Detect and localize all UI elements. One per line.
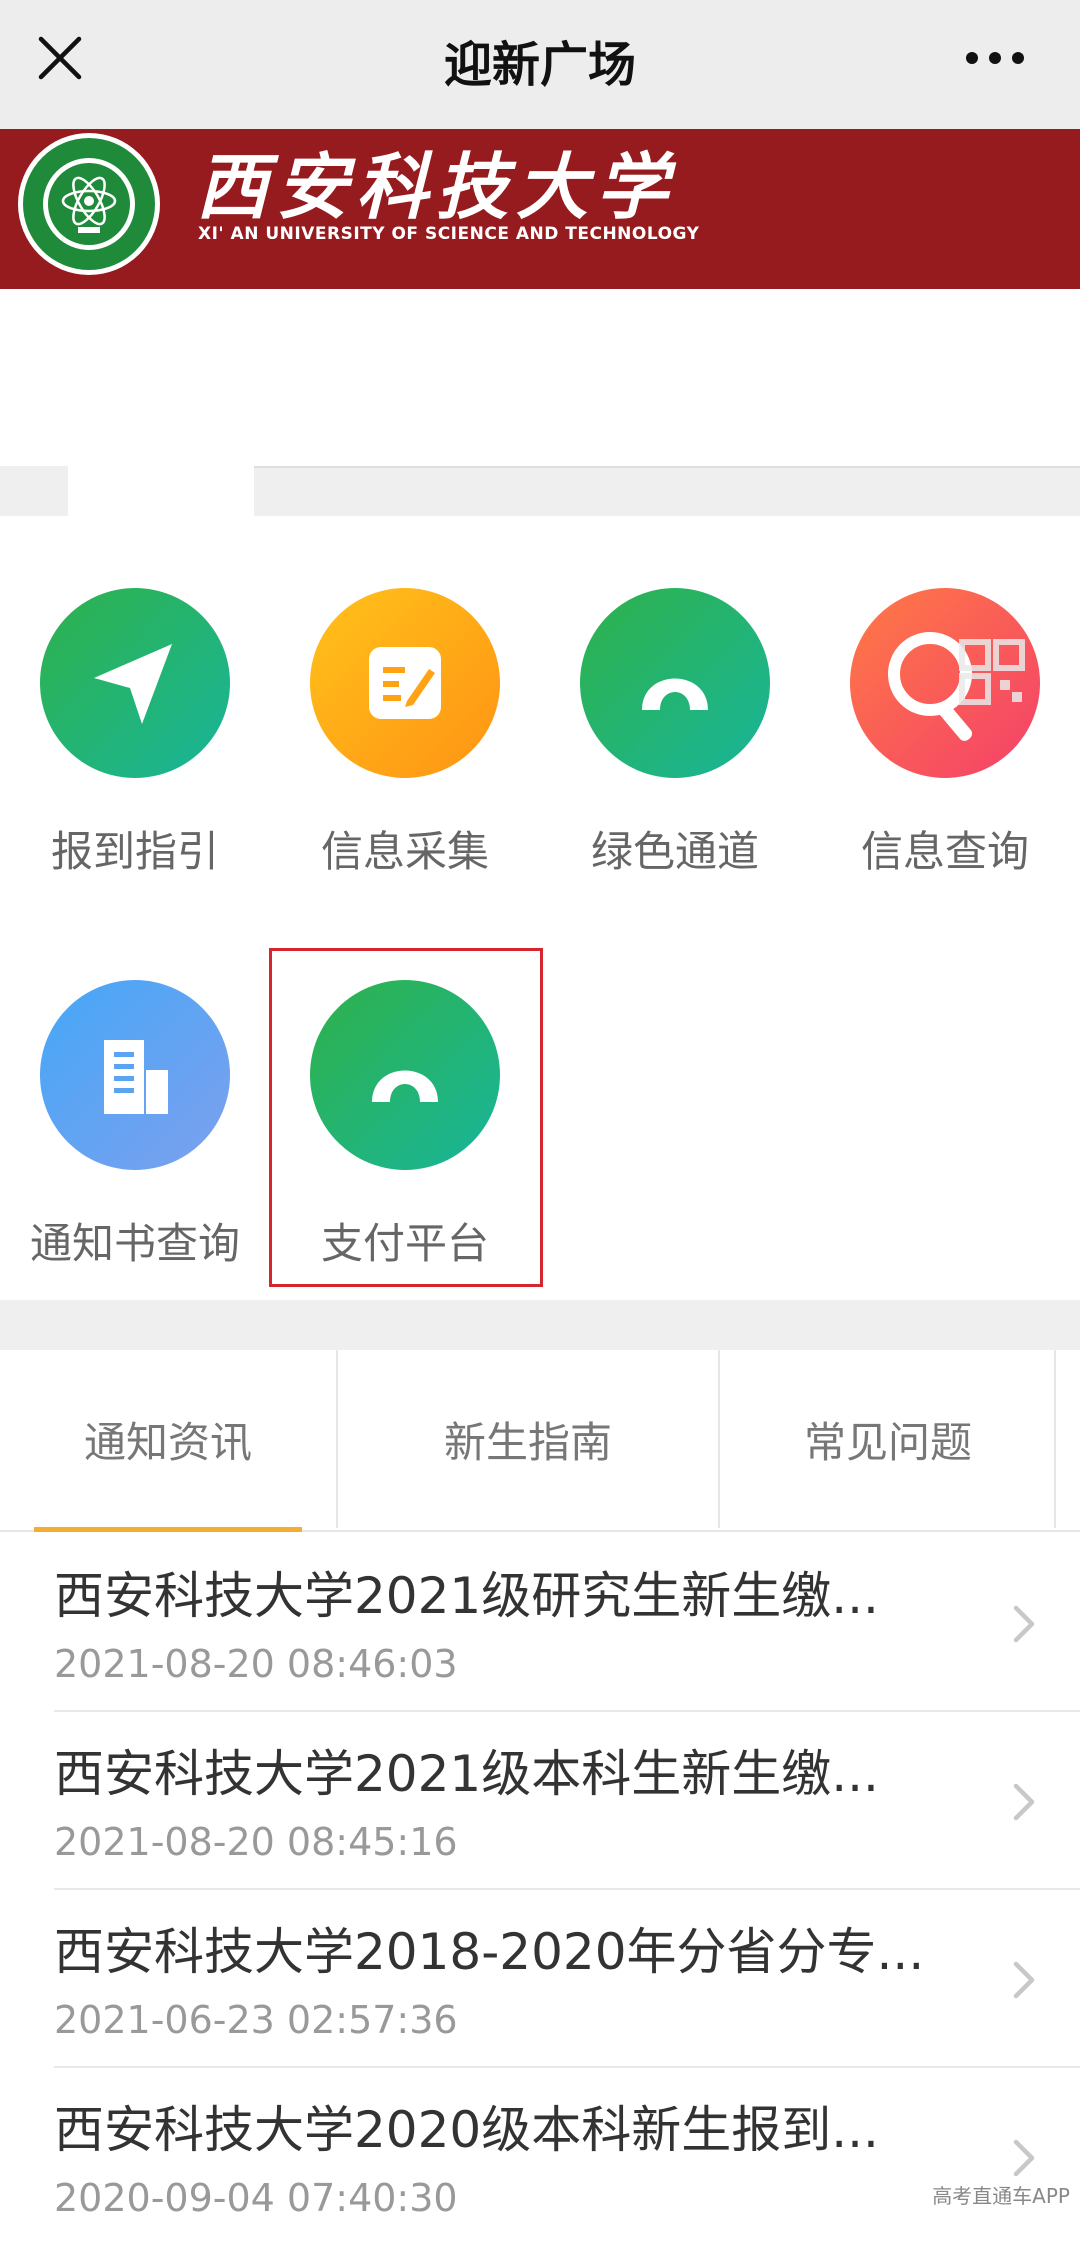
more-button[interactable] [950, 28, 1040, 88]
chevron-right-icon [1013, 1605, 1035, 1643]
university-seal-logo [18, 133, 160, 275]
close-button[interactable] [30, 28, 90, 88]
watermark-text: 高考直通车APP [932, 2184, 1070, 2208]
building-icon [104, 1040, 168, 1114]
grid-item-info-query[interactable]: 信息查询 [810, 588, 1080, 888]
tab-notices[interactable]: 通知资讯 [0, 1350, 336, 1528]
news-item[interactable]: 西安科技大学2021级研究生新生缴... 2021-08-20 08:46:03 [54, 1532, 1080, 1710]
chevron-right-icon [1013, 1783, 1035, 1821]
arch-icon [642, 678, 708, 710]
news-title: 西安科技大学2018-2020年分省分专... [54, 1923, 925, 1981]
green-channel-circle [580, 588, 770, 778]
grid-item-report-guide[interactable]: 报到指引 [0, 588, 270, 888]
grid-label: 报到指引 [50, 827, 219, 876]
paper-plane-icon [94, 644, 172, 724]
news-time: 2020-09-04 07:40:30 [54, 2176, 458, 2220]
university-name-cn: 西安科技大学 [196, 144, 677, 229]
tab-strip-right [254, 466, 1080, 516]
section-separator [0, 1300, 1080, 1350]
grid-item-notice-query[interactable]: 通知书查询 [0, 980, 270, 1280]
news-title: 西安科技大学2020级本科新生报到... [54, 2101, 879, 2159]
page-title: 迎新广场 [443, 37, 636, 93]
grid-label: 信息采集 [320, 827, 489, 876]
tab-divider [1054, 1350, 1056, 1528]
tab-freshman-guide[interactable]: 新生指南 [338, 1350, 718, 1528]
notice-query-circle [40, 980, 230, 1170]
news-time: 2021-06-23 02:57:36 [54, 1998, 458, 2042]
report-guide-circle [40, 588, 230, 778]
highlight-box [269, 948, 543, 1287]
tab-faq[interactable]: 常见问题 [720, 1350, 1056, 1528]
news-title: 西安科技大学2021级本科生新生缴... [54, 1745, 879, 1803]
news-title: 西安科技大学2021级研究生新生缴... [54, 1567, 879, 1625]
news-item[interactable]: 西安科技大学2021级本科生新生缴... 2021-08-20 08:45:16 [54, 1710, 1080, 1888]
tab-strip-left [0, 466, 68, 516]
info-query-circle [850, 588, 1040, 778]
grid-label: 通知书查询 [29, 1219, 240, 1268]
chevron-right-icon [1013, 1961, 1035, 1999]
news-item[interactable]: 西安科技大学2018-2020年分省分专... 2021-06-23 02:57… [54, 1888, 1080, 2066]
university-name-en: XI' AN UNIVERSITY OF SCIENCE AND TECHNOL… [198, 224, 700, 244]
more-dots-icon [966, 52, 1024, 64]
news-time: 2021-08-20 08:45:16 [54, 1820, 458, 1864]
grid-label: 信息查询 [860, 827, 1029, 876]
edit-note-icon [369, 647, 441, 719]
grid-item-green-channel[interactable]: 绿色通道 [540, 588, 810, 888]
grid-item-info-collect[interactable]: 信息采集 [270, 588, 540, 888]
info-collect-circle [310, 588, 500, 778]
chevron-right-icon [1013, 2139, 1035, 2177]
close-icon [38, 36, 82, 80]
grid-label: 绿色通道 [590, 827, 759, 876]
qr-search-icon [888, 632, 1025, 741]
news-time: 2021-08-20 08:46:03 [54, 1642, 458, 1686]
